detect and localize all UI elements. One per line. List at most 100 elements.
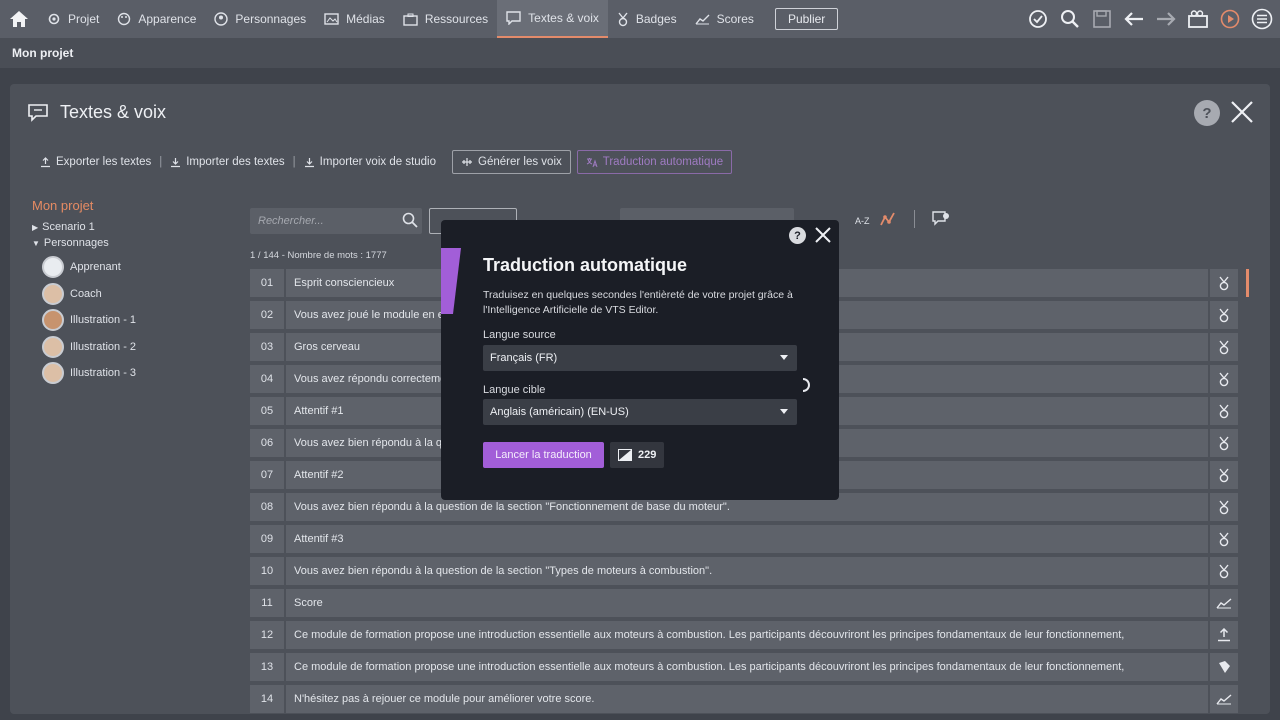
table-row[interactable]: 09 Attentif #3: [250, 525, 1238, 553]
graph-icon[interactable]: [880, 211, 896, 232]
badge-icon[interactable]: [1210, 301, 1238, 329]
nav-medias-label: Médias: [346, 12, 385, 26]
search-input[interactable]: Rechercher...: [250, 208, 422, 234]
check-clock-icon[interactable]: [1026, 7, 1050, 31]
row-number: 06: [250, 429, 284, 457]
row-text[interactable]: Score: [286, 589, 1208, 617]
character-item[interactable]: Apprenant: [32, 254, 232, 281]
character-name: Illustration - 3: [70, 367, 137, 380]
table-row[interactable]: 10 Vous avez bien répondu à la question d…: [250, 557, 1238, 585]
camera-icon[interactable]: [1186, 7, 1210, 31]
speech-icon: [28, 103, 48, 122]
row-number: 14: [250, 685, 284, 713]
launch-translation-button[interactable]: Lancer la traduction: [483, 442, 604, 468]
play-icon[interactable]: [1218, 7, 1242, 31]
nav-badges-label: Badges: [635, 12, 677, 26]
table-row[interactable]: 14 N'hésitez pas à rejouer ce module pour…: [250, 685, 1238, 713]
chart-icon[interactable]: [1210, 589, 1238, 617]
badge-icon[interactable]: [1210, 429, 1238, 457]
nav-textes-voix[interactable]: Textes & voix: [497, 0, 608, 38]
avatar: [42, 282, 64, 305]
row-text[interactable]: Ce module de formation propose une intro…: [286, 653, 1208, 681]
badge-icon[interactable]: [1210, 333, 1238, 361]
row-text[interactable]: N'hésitez pas à rejouer ce module pour a…: [286, 685, 1208, 713]
nav-medias[interactable]: Médias: [315, 0, 394, 38]
badge-icon[interactable]: [1210, 397, 1238, 425]
chart-icon: [695, 14, 710, 25]
redo-icon[interactable]: [1154, 7, 1178, 31]
dialog-accent-shape: [441, 248, 461, 314]
search-icon[interactable]: [1058, 7, 1082, 31]
row-text[interactable]: Attentif #3: [286, 525, 1208, 553]
badge-icon[interactable]: [1210, 493, 1238, 521]
nav-badges[interactable]: Badges: [608, 0, 686, 38]
tree-scenario[interactable]: ▶ Scenario 1: [32, 219, 232, 235]
close-icon[interactable]: [1230, 100, 1254, 124]
source-language-select[interactable]: Français (FR): [483, 345, 797, 371]
row-text[interactable]: Ce module de formation propose une intro…: [286, 621, 1208, 649]
character-name: Illustration - 2: [70, 340, 137, 353]
badge-icon[interactable]: [1210, 525, 1238, 553]
row-number: 02: [250, 301, 284, 329]
export-texts-label: Exporter les textes: [56, 156, 152, 168]
undo-icon[interactable]: [1122, 7, 1146, 31]
character-item[interactable]: Illustration - 2: [32, 334, 232, 361]
avatar: [42, 256, 64, 279]
target-language-select[interactable]: Anglais (américain) (EN-US): [483, 399, 797, 425]
publish-button[interactable]: Publier: [774, 8, 839, 30]
filter-divider: [914, 210, 915, 228]
import-icon: [304, 157, 314, 167]
nav-scores[interactable]: Scores: [686, 0, 763, 38]
help-button[interactable]: ?: [1194, 100, 1220, 126]
nav-apparence[interactable]: Apparence: [108, 0, 205, 38]
palette-icon: [118, 12, 131, 26]
table-row[interactable]: 13 Ce module de formation propose une int…: [250, 653, 1238, 681]
sort-az-button[interactable]: A-Z: [855, 216, 870, 226]
nav-personnages[interactable]: Personnages: [205, 0, 315, 38]
import-voice-label: Importer voix de studio: [319, 156, 437, 168]
home-icon[interactable]: [0, 0, 38, 38]
menu-icon[interactable]: [1250, 7, 1274, 31]
nav-ressources[interactable]: Ressources: [394, 0, 497, 38]
table-row[interactable]: 12 Ce module de formation propose une int…: [250, 621, 1238, 649]
table-row[interactable]: 11 Score: [250, 589, 1238, 617]
tree-characters[interactable]: ▼ Personnages: [32, 235, 232, 251]
dialog-description: Traduisez en quelques secondes l'entière…: [483, 289, 793, 316]
top-right-tools: [1026, 0, 1274, 38]
comment-icon[interactable]: [932, 211, 950, 232]
export-texts-button[interactable]: Exporter les textes: [32, 156, 159, 168]
badge-icon[interactable]: [1210, 557, 1238, 585]
badge-icon[interactable]: [1210, 269, 1238, 297]
search-icon[interactable]: [402, 212, 418, 233]
row-number: 01: [250, 269, 284, 297]
caret-down-icon: ▼: [32, 238, 40, 248]
text-count: 1 / 144 - Nombre de mots : 1777: [250, 250, 387, 261]
row-number: 07: [250, 461, 284, 489]
character-item[interactable]: Illustration - 1: [32, 307, 232, 334]
auto-translate-button[interactable]: Traduction automatique: [576, 150, 733, 174]
import-voice-button[interactable]: Importer voix de studio: [296, 156, 444, 168]
chevron-down-icon: [780, 409, 788, 414]
row-text[interactable]: Vous avez bien répondu à la question de …: [286, 557, 1208, 585]
marker-icon[interactable]: [1210, 653, 1238, 681]
import-texts-button[interactable]: Importer des textes: [162, 156, 292, 168]
character-item[interactable]: Coach: [32, 281, 232, 308]
character-item[interactable]: Illustration - 3: [32, 360, 232, 387]
generate-voices-button[interactable]: Générer les voix: [452, 150, 571, 174]
badge-icon[interactable]: [1210, 461, 1238, 489]
tree-project-title[interactable]: Mon projet: [32, 198, 232, 213]
badge-icon[interactable]: [1210, 365, 1238, 393]
nav-projet[interactable]: Projet: [38, 0, 108, 38]
list-scrollbar[interactable]: [1246, 269, 1249, 297]
project-tree: Mon projet ▶ Scenario 1 ▼ Personnages Ap…: [32, 198, 232, 387]
auto-translate-dialog: ? Traduction automatique Traduisez en qu…: [441, 220, 839, 500]
badge-icon: [618, 12, 628, 26]
save-icon[interactable]: [1090, 7, 1114, 31]
chart-icon[interactable]: [1210, 685, 1238, 713]
credits-icon: [618, 449, 632, 461]
upload-icon[interactable]: [1210, 621, 1238, 649]
close-icon[interactable]: [814, 226, 832, 249]
briefcase-icon: [403, 13, 418, 26]
dialog-help-button[interactable]: ?: [789, 227, 806, 244]
nav-apparence-label: Apparence: [138, 12, 197, 26]
